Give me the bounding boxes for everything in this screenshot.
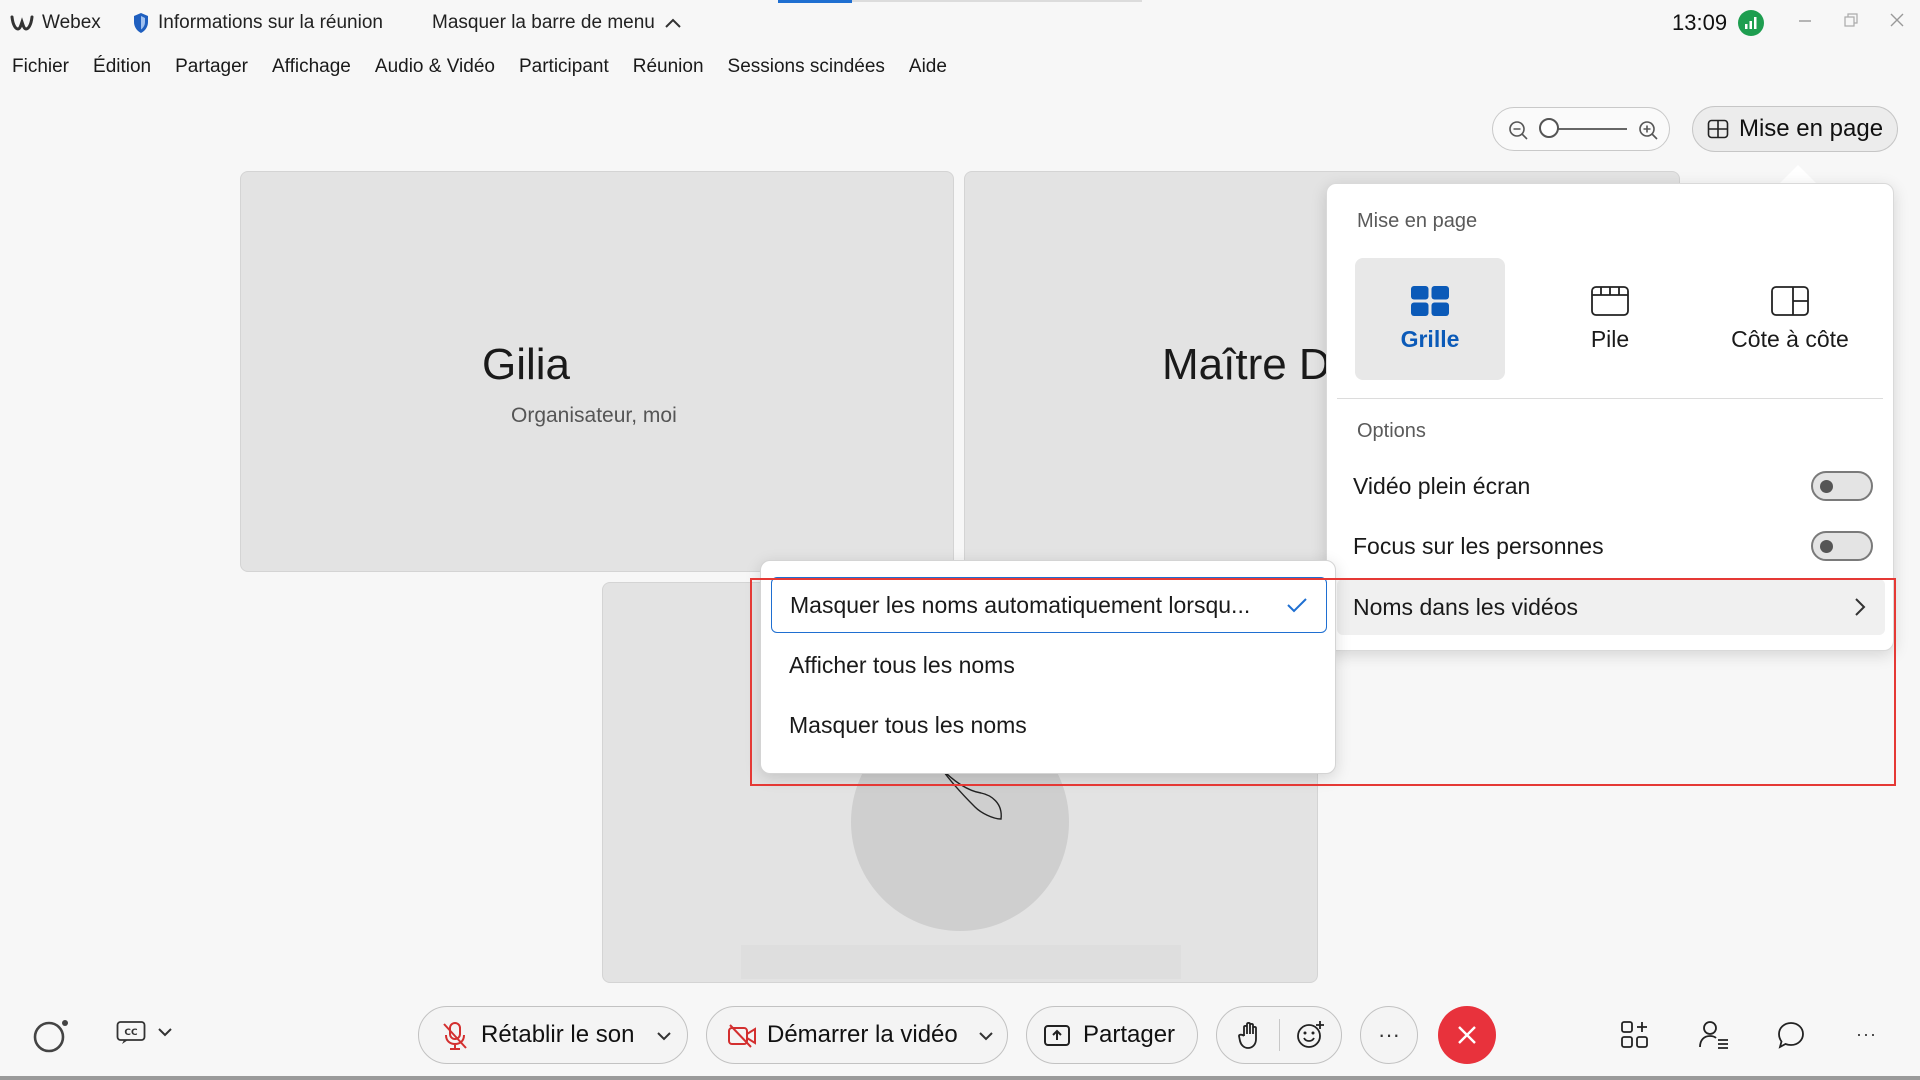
layout-option-label: Grille [1400,325,1460,352]
menu-edition[interactable]: Édition [93,56,151,78]
clock: 13:09 [1672,10,1728,35]
option-focus-people: Focus sur les personnes [1353,521,1873,571]
minimize-button[interactable] [1788,6,1822,34]
participants-icon [1698,1020,1730,1050]
options-heading: Options [1357,420,1426,442]
network-signal-icon[interactable] [1738,10,1764,36]
chevron-down-icon[interactable] [655,1030,673,1042]
menu-sessions-scindees[interactable]: Sessions scindées [728,56,885,78]
app-brand: Webex [10,0,101,46]
active-tab-indicator [778,0,852,3]
meeting-info-label: Informations sur la réunion [158,12,383,33]
name-plate [741,945,1181,979]
chevron-down-icon[interactable] [977,1030,995,1042]
layout-option-label: Côte à côte [1731,325,1849,352]
menu-bar: Fichier Édition Partager Affichage Audio… [0,50,959,84]
side-by-side-icon [1771,285,1809,316]
window-bottom-border [0,1076,1920,1080]
option-label: Focus sur les personnes [1353,532,1604,559]
raise-hand-icon[interactable] [1237,1020,1263,1050]
captions-button[interactable]: CC [116,1020,174,1044]
share-button[interactable]: Partager [1026,1006,1198,1064]
participant-name: Gilia [482,340,571,389]
share-screen-icon [1043,1023,1071,1049]
layout-option-stack[interactable]: Pile [1535,258,1685,380]
toggle-knob [1820,480,1833,493]
start-video-button[interactable]: Démarrer la vidéo [706,1006,1008,1064]
participant-role: Organisateur, moi [511,404,677,427]
layout-grid-icon [1707,119,1729,139]
meeting-info-button[interactable]: Informations sur la réunion [132,0,383,46]
chat-button[interactable] [1776,1020,1806,1050]
restore-button[interactable] [1834,6,1868,34]
option-label: Vidéo plein écran [1353,472,1531,499]
apps-button[interactable] [1620,1020,1650,1050]
annotation-highlight-box [750,578,1896,786]
unmute-label: Rétablir le son [481,1021,635,1048]
grid-icon [1411,285,1449,316]
reactions-divider [1279,1019,1280,1051]
menu-fichier[interactable]: Fichier [12,56,69,78]
tab-strip-line [852,0,1142,2]
stack-icon [1591,285,1629,316]
panel-divider [1337,398,1883,399]
menu-partager[interactable]: Partager [175,56,248,78]
webex-logo-icon [10,14,34,32]
reactions-group [1216,1006,1342,1064]
more-panels-button[interactable]: ··· [1856,1024,1877,1045]
layout-button[interactable]: Mise en page [1692,106,1898,152]
apps-grid-icon [1620,1020,1650,1050]
start-video-label: Démarrer la vidéo [767,1021,958,1048]
share-label: Partager [1083,1021,1176,1048]
video-tile-gilia[interactable]: Gilia Organisateur, moi [240,171,954,572]
restore-icon [1843,12,1859,28]
close-window-button[interactable] [1880,6,1914,34]
more-label: ··· [1378,1022,1400,1047]
zoom-slider-handle[interactable] [1539,118,1559,138]
toggle-knob [1820,540,1833,553]
menu-participant[interactable]: Participant [519,56,609,78]
participant-name: Maître D [1162,340,1331,389]
focus-people-toggle[interactable] [1811,531,1873,561]
option-fullscreen-video: Vidéo plein écran [1353,461,1873,511]
menu-reunion[interactable]: Réunion [633,56,704,78]
hide-menubar-label: Masquer la barre de menu [432,12,655,33]
closed-captions-icon: CC [116,1020,146,1044]
title-bar: Webex Informations sur la réunion Masque… [0,0,1920,46]
layout-button-label: Mise en page [1738,115,1884,142]
emoji-reaction-icon[interactable] [1295,1020,1325,1050]
zoom-slider-track[interactable] [1547,128,1627,130]
chevron-down-icon [156,1026,174,1038]
layout-panel-heading: Mise en page [1357,210,1478,232]
app-name: Webex [42,12,101,33]
close-icon [1456,1024,1478,1046]
more-options-button[interactable]: ··· [1360,1006,1418,1064]
panel-pointer [1778,165,1818,185]
layout-option-side-by-side[interactable]: Côte à côte [1715,258,1865,380]
shield-icon [132,12,150,34]
chevron-up-icon [663,16,683,30]
unmute-button[interactable]: Rétablir le son [418,1006,688,1064]
menu-audio-video[interactable]: Audio & Vidéo [375,56,495,78]
zoom-control [1492,107,1670,151]
leave-meeting-button[interactable] [1438,1006,1496,1064]
menu-affichage[interactable]: Affichage [272,56,351,78]
activity-ring-icon[interactable] [32,1018,70,1054]
video-off-icon [727,1023,757,1049]
fullscreen-video-toggle[interactable] [1811,471,1873,501]
zoom-in-icon[interactable] [1637,119,1659,141]
close-icon [1889,12,1905,28]
hide-menubar-button[interactable]: Masquer la barre de menu [432,0,683,46]
svg-text:CC: CC [124,1028,138,1038]
layout-option-label: Pile [1590,325,1630,352]
participants-button[interactable] [1698,1020,1730,1050]
zoom-out-icon[interactable] [1507,119,1529,141]
layout-option-grid[interactable]: Grille [1355,258,1505,380]
menu-aide[interactable]: Aide [909,56,947,78]
mic-muted-icon [441,1021,469,1051]
minimize-icon [1797,12,1813,28]
chat-bubble-icon [1776,1020,1806,1050]
